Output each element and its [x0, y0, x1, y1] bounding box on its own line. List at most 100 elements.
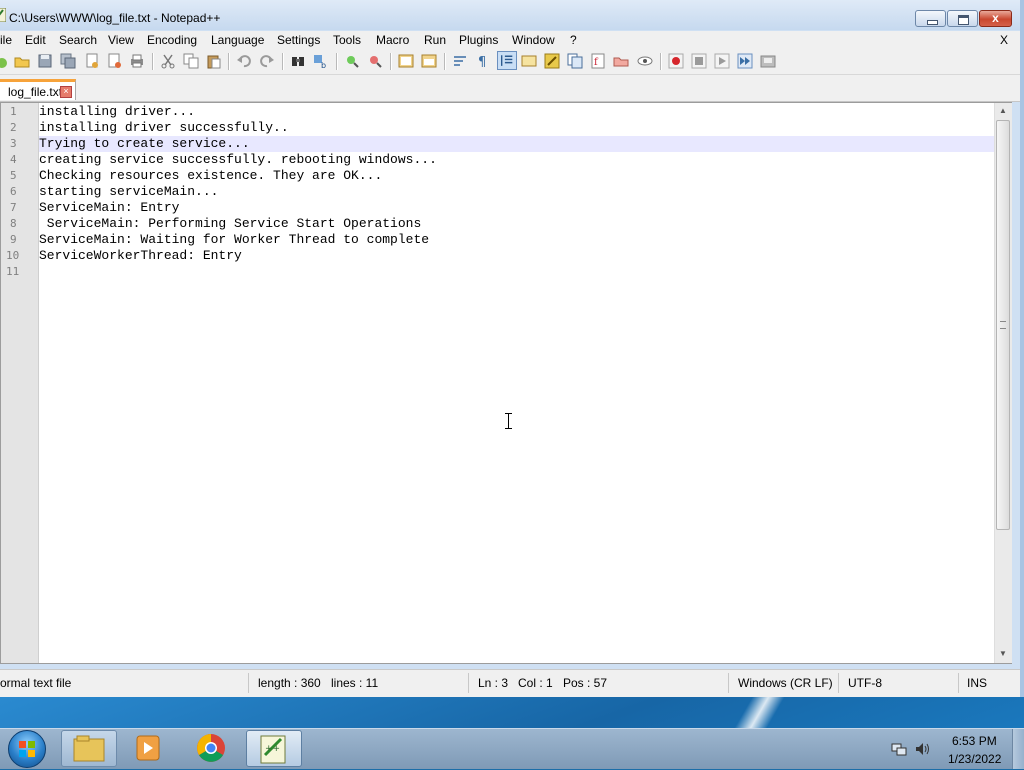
paste-icon[interactable]	[206, 53, 222, 69]
scrollbar-thumb[interactable]	[996, 120, 1010, 530]
function-list-icon[interactable]: f	[590, 53, 606, 69]
notepadpp-app-icon[interactable]	[0, 8, 6, 22]
menu-bar: ile Edit Search View Encoding Language S…	[0, 31, 1020, 49]
close-all-icon[interactable]	[107, 53, 123, 69]
menu-tools[interactable]: Tools	[333, 33, 361, 47]
tab-label: log_file.txt	[8, 85, 63, 99]
macro-stop-icon[interactable]	[691, 53, 707, 69]
show-desktop-button[interactable]	[1012, 729, 1024, 769]
word-wrap-icon[interactable]	[452, 53, 468, 69]
code-line[interactable]: Checking resources existence. They are O…	[39, 168, 382, 183]
menu-file[interactable]: ile	[0, 33, 12, 47]
code-line[interactable]: ServiceWorkerThread: Entry	[39, 248, 242, 263]
menu-help[interactable]: ?	[570, 33, 577, 47]
document-map-icon[interactable]	[567, 53, 583, 69]
close-document-button[interactable]: X	[1000, 33, 1008, 47]
notepadpp-icon: ++	[260, 735, 286, 764]
show-all-characters-icon[interactable]: ¶	[475, 53, 491, 69]
line-number: 7	[10, 201, 17, 214]
code-line[interactable]: creating service successfully. rebooting…	[39, 152, 437, 167]
code-line[interactable]: starting serviceMain...	[39, 184, 218, 199]
maximize-button[interactable]	[947, 10, 978, 27]
zoom-in-icon[interactable]	[344, 53, 360, 69]
minimize-button[interactable]	[915, 10, 946, 27]
status-encoding[interactable]: UTF-8	[848, 676, 882, 690]
indent-guide-toggle[interactable]	[497, 51, 517, 70]
menu-edit[interactable]: Edit	[25, 33, 46, 47]
status-eol[interactable]: Windows (CR LF)	[738, 676, 833, 690]
open-file-icon[interactable]	[14, 53, 30, 69]
notepadpp-window: C:\Users\WWW\log_file.txt - Notepad++ x …	[0, 0, 1024, 697]
network-icon[interactable]	[891, 741, 907, 757]
menu-run[interactable]: Run	[424, 33, 446, 47]
scroll-up-arrow-icon[interactable]: ▲	[999, 106, 1007, 115]
save-all-icon[interactable]	[60, 53, 76, 69]
sync-vertical-icon[interactable]	[398, 53, 414, 69]
code-line[interactable]: ServiceMain: Waiting for Worker Thread t…	[39, 232, 429, 247]
tab-close-icon[interactable]: ×	[60, 86, 72, 98]
status-column: Col : 1	[518, 676, 553, 690]
undo-icon[interactable]	[236, 53, 252, 69]
clock-time[interactable]: 6:53 PM	[952, 734, 997, 748]
code-line[interactable]: ServiceMain: Performing Service Start Op…	[39, 216, 421, 231]
scroll-down-arrow-icon[interactable]: ▼	[999, 649, 1007, 658]
svg-text:b: b	[321, 61, 326, 69]
close-window-button[interactable]: x	[979, 10, 1012, 27]
macro-play-icon[interactable]	[714, 53, 730, 69]
line-number: 10	[6, 249, 20, 262]
code-line[interactable]: installing driver successfully..	[39, 120, 289, 135]
clock-date[interactable]: 1/23/2022	[948, 752, 1001, 766]
line-number: 5	[10, 169, 17, 182]
copy-icon[interactable]	[183, 53, 199, 69]
line-number: 3	[10, 137, 17, 150]
menu-search[interactable]: Search	[59, 33, 97, 47]
code-line[interactable]: installing driver...	[39, 104, 195, 119]
indent-guide-icon	[500, 55, 513, 66]
status-insert-mode[interactable]: INS	[967, 676, 987, 690]
style-configurator-icon[interactable]	[544, 53, 560, 69]
scrollbar-grip	[1000, 321, 1006, 329]
editor-pane[interactable]: 1 2 3 4 5 6 7 8 9 10 11 installing drive…	[0, 102, 1012, 664]
taskbar-media-player[interactable]	[121, 730, 177, 767]
taskbar-notepadpp[interactable]: ++	[246, 730, 302, 767]
cut-icon[interactable]	[160, 53, 176, 69]
windows-logo-icon	[19, 741, 35, 757]
user-language-icon[interactable]	[521, 53, 537, 69]
new-file-icon[interactable]	[0, 53, 10, 69]
macro-save-icon[interactable]	[760, 53, 776, 69]
taskbar-chrome[interactable]	[184, 730, 240, 767]
start-button[interactable]	[8, 730, 46, 768]
folder-as-workspace-icon[interactable]	[613, 53, 629, 69]
tab-log-file[interactable]: log_file.txt ×	[0, 79, 76, 100]
menu-settings[interactable]: Settings	[277, 33, 320, 47]
menu-plugins[interactable]: Plugins	[459, 33, 498, 47]
sync-horizontal-icon[interactable]	[421, 53, 437, 69]
line-number-gutter	[1, 103, 39, 663]
desktop-light-streak	[720, 697, 810, 728]
menu-view[interactable]: View	[108, 33, 134, 47]
code-line[interactable]: Trying to create service...	[39, 136, 250, 151]
menu-window[interactable]: Window	[512, 33, 555, 47]
macro-record-icon[interactable]	[668, 53, 684, 69]
menu-encoding[interactable]: Encoding	[147, 33, 197, 47]
line-number: 11	[6, 265, 20, 278]
zoom-out-icon[interactable]	[367, 53, 383, 69]
line-number: 2	[10, 121, 17, 134]
print-icon[interactable]	[129, 53, 145, 69]
replace-icon[interactable]: b	[313, 53, 329, 69]
close-file-icon[interactable]	[84, 53, 100, 69]
volume-icon[interactable]	[914, 741, 930, 757]
menu-language[interactable]: Language	[211, 33, 264, 47]
desktop-background	[0, 697, 1024, 728]
menu-macro[interactable]: Macro	[376, 33, 409, 47]
title-bar[interactable]: C:\Users\WWW\log_file.txt - Notepad++ x	[0, 0, 1020, 30]
monitoring-eye-icon[interactable]	[637, 53, 653, 69]
find-icon[interactable]	[290, 53, 306, 69]
vertical-scrollbar[interactable]: ▲ ▼	[994, 103, 1012, 663]
media-player-icon	[136, 735, 160, 761]
macro-run-multiple-icon[interactable]	[737, 53, 753, 69]
redo-icon[interactable]	[259, 53, 275, 69]
code-line[interactable]: ServiceMain: Entry	[39, 200, 179, 215]
save-icon[interactable]	[37, 53, 53, 69]
taskbar-explorer[interactable]	[61, 730, 117, 767]
